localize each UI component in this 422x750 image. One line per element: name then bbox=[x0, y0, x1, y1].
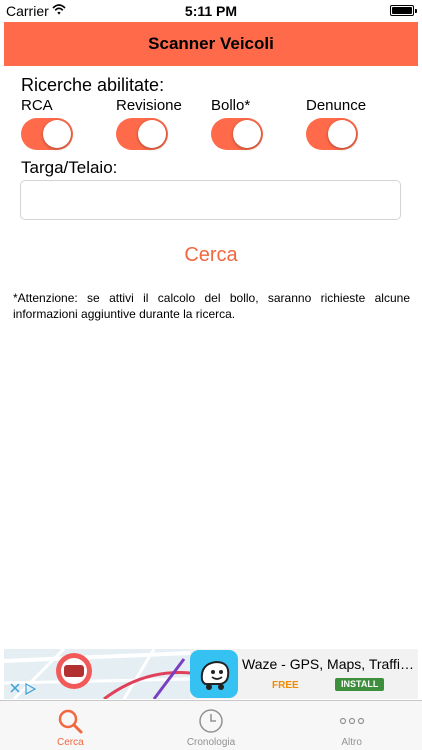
ad-close-icon[interactable] bbox=[10, 683, 20, 693]
clock-label: 5:11 PM bbox=[184, 3, 238, 19]
toggle-label-denunce: Denunce bbox=[306, 97, 367, 114]
toggle-group-revisione: Revisione bbox=[116, 97, 182, 150]
toggle-knob bbox=[43, 120, 71, 148]
tab-cerca[interactable]: Cerca bbox=[0, 701, 141, 750]
enabled-searches-label: Ricerche abilitate: bbox=[21, 75, 165, 95]
toggle-group-bollo: Bollo* bbox=[211, 97, 263, 150]
ad-install-button[interactable]: INSTALL bbox=[335, 678, 385, 691]
tab-cronologia[interactable]: Cronologia bbox=[141, 701, 282, 750]
tab-altro[interactable]: Altro bbox=[281, 701, 422, 750]
plate-field-label: Targa/Telaio: bbox=[21, 158, 118, 177]
toggle-label-bollo: Bollo* bbox=[211, 97, 251, 114]
tab-bar: Cerca Cronologia Altro bbox=[0, 700, 422, 750]
plate-input[interactable] bbox=[20, 180, 401, 220]
revisione-toggle[interactable] bbox=[116, 118, 168, 150]
search-button[interactable]: Cerca bbox=[0, 244, 422, 267]
nav-bar: Scanner Veicoli bbox=[4, 22, 418, 66]
toggle-knob bbox=[328, 120, 356, 148]
denunce-toggle[interactable] bbox=[306, 118, 358, 150]
ad-title: Waze - GPS, Maps, Traffic ... bbox=[242, 656, 418, 672]
waze-icon bbox=[190, 650, 238, 698]
status-bar: Carrier 5:11 PM bbox=[0, 0, 422, 22]
rca-toggle[interactable] bbox=[21, 118, 73, 150]
ad-choices-icon[interactable] bbox=[24, 683, 36, 695]
bollo-toggle[interactable] bbox=[211, 118, 263, 150]
toggle-label-rca: RCA bbox=[21, 97, 53, 114]
magnifier-icon bbox=[59, 709, 83, 734]
ad-price: FREE bbox=[272, 680, 299, 691]
page-title: Scanner Veicoli bbox=[148, 34, 274, 53]
toggle-knob bbox=[138, 120, 166, 148]
more-icon bbox=[339, 717, 364, 725]
clock-icon bbox=[199, 709, 223, 733]
ad-banner[interactable]: Waze - GPS, Maps, Traffic ... FREE INSTA… bbox=[4, 649, 418, 699]
toggle-group-rca: RCA bbox=[21, 97, 73, 150]
tab-label-cerca: Cerca bbox=[56, 737, 84, 748]
toggle-label-revisione: Revisione bbox=[116, 97, 182, 114]
battery-icon bbox=[390, 5, 417, 16]
toggle-knob bbox=[233, 120, 261, 148]
bollo-notice: *Attenzione: se attivi il calcolo del bo… bbox=[13, 291, 410, 321]
tab-label-altro: Altro bbox=[341, 737, 362, 748]
toggle-group-denunce: Denunce bbox=[306, 97, 366, 150]
tab-label-cronologia: Cronologia bbox=[186, 737, 236, 748]
